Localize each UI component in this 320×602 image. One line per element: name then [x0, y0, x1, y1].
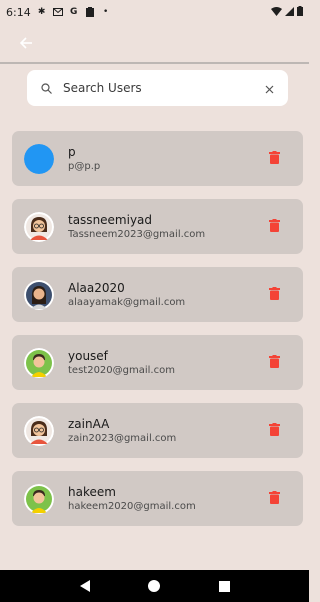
user-email: hakeem2020@gmail.com	[68, 501, 196, 512]
dot-icon: •	[103, 6, 109, 17]
user-email: Tassneem2023@gmail.com	[68, 229, 206, 240]
nav-recents-button[interactable]	[214, 576, 234, 596]
user-name: yousef	[68, 349, 108, 363]
trash-icon	[268, 421, 280, 440]
search-icon	[39, 81, 53, 95]
nav-home-button[interactable]	[144, 576, 164, 596]
avatar	[24, 347, 54, 378]
user-list: p p@p.p tassneemiyad Tassneem2023@gmail.…	[12, 131, 303, 539]
delete-user-button[interactable]	[267, 355, 281, 371]
status-time: 6:14	[6, 5, 31, 19]
google-icon: G	[70, 6, 78, 17]
trash-icon	[268, 489, 280, 508]
delete-user-button[interactable]	[267, 423, 281, 439]
trash-icon	[268, 285, 280, 304]
delete-user-button[interactable]	[267, 287, 281, 303]
trash-icon	[268, 353, 280, 372]
user-email: zain2023@gmail.com	[68, 433, 177, 444]
user-card[interactable]: hakeem hakeem2020@gmail.com	[12, 471, 303, 526]
status-bar: 6:14 ✱ G •	[0, 0, 309, 24]
avatar	[24, 483, 54, 514]
battery-icon	[297, 5, 303, 19]
back-triangle-icon	[79, 577, 91, 596]
system-nav-bar	[0, 570, 309, 602]
user-card[interactable]: tassneemiyad Tassneem2023@gmail.com	[12, 199, 303, 254]
avatar	[24, 143, 54, 174]
user-email: test2020@gmail.com	[68, 365, 175, 376]
user-card[interactable]: zainAA zain2023@gmail.com	[12, 403, 303, 458]
trash-icon	[268, 217, 280, 236]
user-card[interactable]: Alaa2020 alaayamak@gmail.com	[12, 267, 303, 322]
clear-search-button[interactable]	[262, 81, 276, 95]
avatar	[24, 415, 54, 446]
wifi-icon	[271, 6, 282, 19]
clipboard-icon	[85, 7, 95, 17]
search-input[interactable]	[63, 81, 262, 95]
recents-square-icon	[218, 577, 230, 596]
user-email: alaayamak@gmail.com	[68, 297, 186, 308]
close-icon	[265, 79, 274, 98]
user-name: zainAA	[68, 417, 110, 431]
delete-user-button[interactable]	[267, 219, 281, 235]
user-card[interactable]: p p@p.p	[12, 131, 303, 186]
delete-user-button[interactable]	[267, 151, 281, 167]
user-email: p@p.p	[68, 161, 101, 172]
user-name: hakeem	[68, 485, 116, 499]
delete-user-button[interactable]	[267, 491, 281, 507]
user-name: tassneemiyad	[68, 213, 153, 227]
back-button[interactable]	[14, 32, 38, 56]
app-bar	[0, 24, 309, 64]
home-circle-icon	[148, 577, 161, 596]
avatar	[24, 211, 54, 242]
trash-icon	[268, 149, 280, 168]
user-name: p	[68, 145, 76, 159]
avatar	[24, 279, 54, 310]
search-bar	[27, 70, 288, 106]
mail-icon	[52, 7, 63, 17]
settings-icon: ✱	[37, 6, 46, 17]
arrow-left-icon	[19, 35, 33, 54]
user-name: Alaa2020	[68, 281, 125, 295]
signal-icon	[285, 6, 294, 19]
nav-back-button[interactable]	[75, 576, 95, 596]
user-card[interactable]: yousef test2020@gmail.com	[12, 335, 303, 390]
